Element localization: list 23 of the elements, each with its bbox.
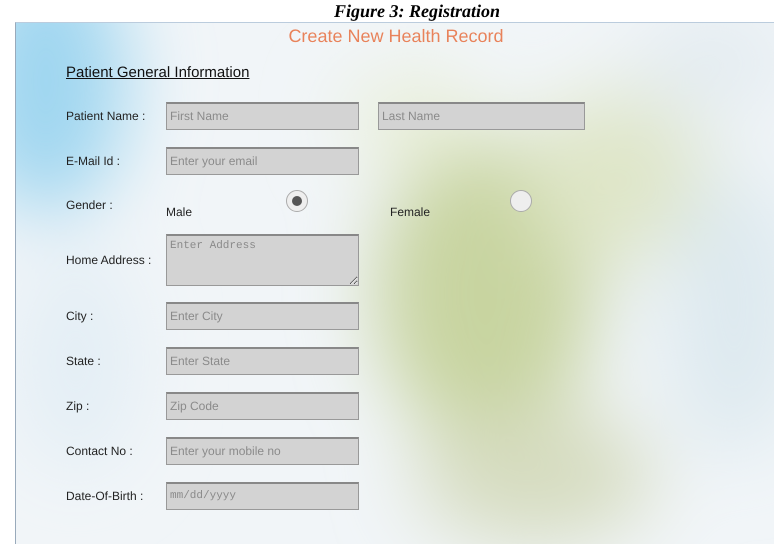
field-label: Gender : — [66, 197, 114, 214]
field-label: Date-Of-Birth : — [66, 488, 144, 504]
section-heading: Patient General Information — [66, 63, 250, 83]
input-field[interactable]: Enter your mobile no — [166, 436, 359, 464]
field-label: E-Mail Id : — [66, 152, 122, 170]
field-label: City : — [66, 308, 94, 324]
field-label: Zip : — [66, 398, 90, 414]
input-field[interactable]: Zip Code — [166, 392, 359, 420]
form-title: Create New Health Record — [288, 26, 504, 46]
address-field[interactable]: Enter Address — [166, 234, 359, 286]
option-label: Male — [166, 204, 194, 221]
option-label: Female — [390, 204, 432, 221]
figure-caption: Figure 3: Registration — [334, 1, 500, 21]
field-label: Contact No : — [66, 442, 134, 460]
input-field[interactable]: Enter your email — [166, 146, 359, 174]
input-field[interactable]: Enter State — [166, 346, 359, 374]
input-field[interactable]: First Name — [166, 102, 359, 130]
field-label: Patient Name : — [66, 108, 146, 124]
field-label: Home Address : — [66, 252, 152, 269]
field-label: State : — [66, 352, 102, 370]
input-field[interactable]: mm/dd/yyyy — [166, 482, 359, 510]
input-field[interactable]: Last Name — [378, 102, 585, 130]
input-field[interactable]: Enter City — [166, 302, 359, 330]
